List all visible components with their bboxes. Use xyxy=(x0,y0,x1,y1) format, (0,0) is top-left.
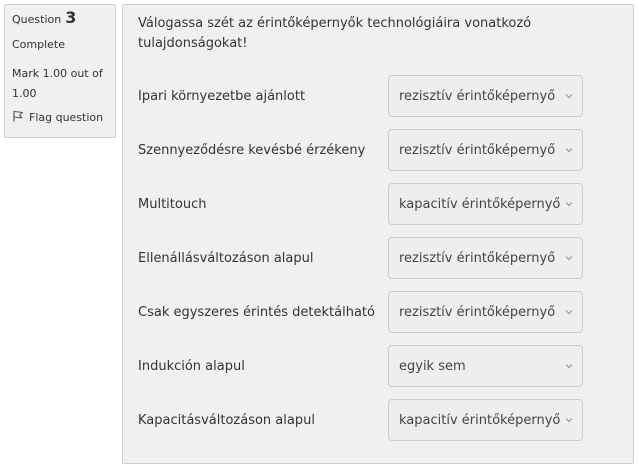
match-select[interactable]: rezisztív érintőképernyő xyxy=(388,75,583,117)
question-prefix: Question xyxy=(12,13,62,26)
chevron-down-icon xyxy=(565,310,573,315)
match-select-value: kapacitív érintőképernyő xyxy=(399,412,561,428)
match-select-value: egyik sem xyxy=(399,358,466,374)
chevron-down-icon xyxy=(565,202,573,207)
match-row-label: Kapacitásváltozáson alapul xyxy=(138,412,315,428)
match-select-value: rezisztív érintőképernyő xyxy=(399,304,556,320)
match-row-label: Csak egyszeres érintés detektálható xyxy=(138,304,375,320)
match-row: Kapacitásváltozáson alapul kapacitív éri… xyxy=(138,399,583,441)
question-grade: Mark 1.00 out of 1.00 xyxy=(12,67,103,100)
question-number: 3 xyxy=(65,8,77,27)
match-row-label: Ellenállásváltozáson alapul xyxy=(138,250,314,266)
match-select[interactable]: egyik sem xyxy=(388,345,583,387)
chevron-down-icon xyxy=(565,256,573,261)
match-select-value: rezisztív érintőképernyő xyxy=(399,88,556,104)
match-select[interactable]: kapacitív érintőképernyő xyxy=(388,183,583,225)
chevron-down-icon xyxy=(565,94,573,99)
question-info-panel: Question 3 Complete Mark 1.00 out of 1.0… xyxy=(4,4,116,138)
match-row-label: Szennyeződésre kevésbé érzékeny xyxy=(138,142,366,158)
match-select-value: rezisztív érintőképernyő xyxy=(399,250,556,266)
match-row: Csak egyszeres érintés detektálható rezi… xyxy=(138,291,583,333)
flag-icon xyxy=(12,110,24,126)
question-number-heading: Question 3 xyxy=(12,8,108,27)
chevron-down-icon xyxy=(565,364,573,369)
match-row-label: Multitouch xyxy=(138,196,207,212)
match-select-value: kapacitív érintőképernyő xyxy=(399,196,561,212)
question-state: Complete xyxy=(12,38,66,51)
flag-question-label: Flag question xyxy=(29,111,104,124)
chevron-down-icon xyxy=(565,418,573,423)
match-select[interactable]: kapacitív érintőképernyő xyxy=(388,399,583,441)
match-select[interactable]: rezisztív érintőképernyő xyxy=(388,129,583,171)
match-row: Indukción alapul egyik sem xyxy=(138,345,583,387)
question-content: Válogassa szét az érintőképernyők techno… xyxy=(122,4,634,464)
match-row-label: Indukción alapul xyxy=(138,358,245,374)
match-row: Ellenállásváltozáson alapul rezisztív ér… xyxy=(138,237,583,279)
chevron-down-icon xyxy=(565,148,573,153)
question-text: Válogassa szét az érintőképernyők techno… xyxy=(138,16,532,51)
match-row: Multitouch kapacitív érintőképernyő xyxy=(138,183,583,225)
match-row: Szennyeződésre kevésbé érzékeny rezisztí… xyxy=(138,129,583,171)
match-select[interactable]: rezisztív érintőképernyő xyxy=(388,291,583,333)
match-select[interactable]: rezisztív érintőképernyő xyxy=(388,237,583,279)
match-row: Ipari környezetbe ajánlott rezisztív éri… xyxy=(138,75,583,117)
flag-question-button[interactable]: Flag question xyxy=(12,110,108,126)
match-row-label: Ipari környezetbe ajánlott xyxy=(138,88,306,104)
match-select-value: rezisztív érintőképernyő xyxy=(399,142,556,158)
